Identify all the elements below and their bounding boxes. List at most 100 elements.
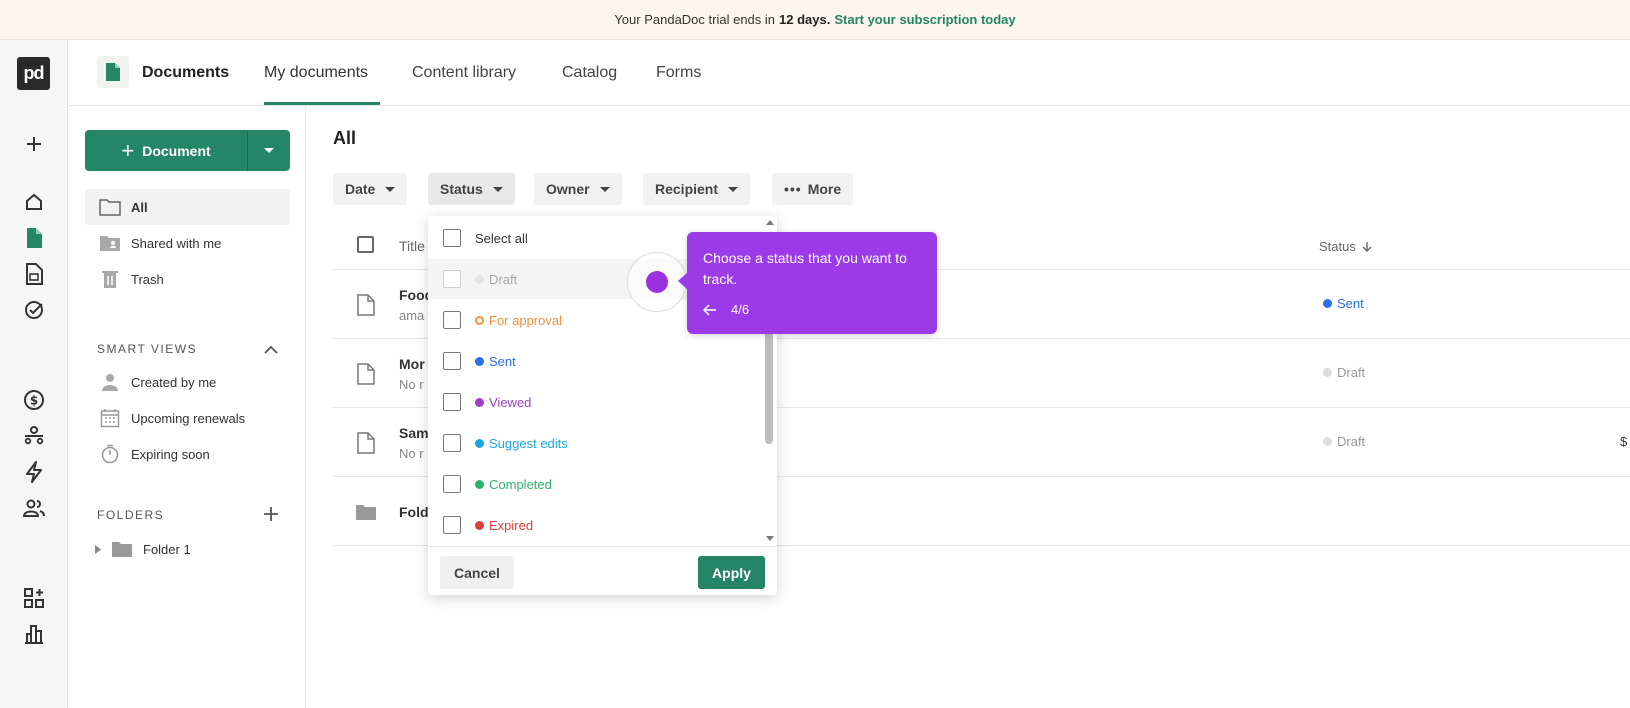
- document-icon: [357, 294, 375, 316]
- caret-down-icon: [492, 186, 503, 192]
- pandadoc-logo[interactable]: pd: [17, 57, 50, 90]
- section-title: Documents: [142, 64, 230, 81]
- status-label: Draft: [1337, 365, 1366, 380]
- new-document-label: Document: [142, 142, 211, 159]
- home-icon[interactable]: [22, 190, 46, 214]
- document-icon: [357, 363, 375, 385]
- owner-filter-button[interactable]: Owner: [534, 173, 622, 205]
- option-label: Expired: [489, 517, 534, 533]
- documents-section-icon: [97, 56, 129, 88]
- status-dot: [475, 274, 484, 284]
- filter-label: Date: [345, 181, 376, 197]
- apply-button[interactable]: Apply: [698, 556, 765, 589]
- smart-view-expiring-soon[interactable]: Expiring soon: [85, 436, 290, 472]
- checkbox[interactable]: [443, 229, 461, 247]
- status-label: Draft: [1337, 434, 1366, 449]
- page-title: All: [333, 128, 357, 148]
- status-option-expired[interactable]: Expired: [428, 505, 768, 545]
- option-label: Suggest edits: [489, 435, 568, 451]
- status-dot: [475, 479, 484, 489]
- checkbox[interactable]: [443, 516, 461, 534]
- column-status-label: Status: [1319, 239, 1356, 254]
- recipient-filter-button[interactable]: Recipient: [643, 173, 751, 205]
- folder-item[interactable]: Folder 1: [85, 531, 290, 567]
- smart-view-upcoming-renewals[interactable]: Upcoming renewals: [85, 400, 290, 436]
- status-badge: Sent: [1323, 296, 1364, 311]
- folders-heading: FOLDERS: [97, 508, 165, 522]
- reports-icon[interactable]: [22, 622, 46, 646]
- status-option-viewed[interactable]: Viewed: [428, 382, 768, 422]
- automation-icon[interactable]: [22, 460, 46, 484]
- option-label: For approval: [489, 312, 562, 328]
- new-document-button[interactable]: + Document: [85, 130, 248, 171]
- smart-view-label: Created by me: [131, 374, 217, 390]
- sidebar-item-all[interactable]: All: [85, 189, 290, 225]
- dropdown-footer: Cancel Apply: [428, 546, 777, 595]
- status-option-suggest-edits[interactable]: Suggest edits: [428, 423, 768, 463]
- sidebar-item-label: Shared with me: [131, 235, 222, 251]
- sidebar-item-shared[interactable]: Shared with me: [85, 225, 290, 261]
- tooltip-text: Choose a status that you want to track.: [703, 250, 907, 287]
- templates-icon[interactable]: [22, 262, 46, 286]
- smart-view-label: Upcoming renewals: [131, 410, 246, 426]
- checkbox[interactable]: [443, 311, 461, 329]
- folder-icon: [111, 539, 133, 559]
- contacts-org-icon[interactable]: [22, 424, 46, 448]
- new-document-button-group: + Document: [85, 130, 290, 171]
- caret-down-icon: [599, 186, 610, 192]
- cancel-button[interactable]: Cancel: [440, 556, 514, 589]
- folder-icon: [356, 505, 376, 520]
- tab-forms[interactable]: Forms: [656, 64, 701, 82]
- tab-my-documents[interactable]: My documents: [264, 64, 368, 82]
- select-all-rows-checkbox[interactable]: [357, 236, 374, 253]
- checkbox[interactable]: [443, 352, 461, 370]
- tour-beacon[interactable]: [646, 271, 668, 293]
- smart-view-label: Expiring soon: [131, 446, 210, 462]
- sidebar-item-trash[interactable]: Trash: [85, 261, 290, 297]
- tab-catalog[interactable]: Catalog: [562, 64, 617, 82]
- back-arrow-icon: [703, 303, 716, 316]
- status-dot: [475, 315, 484, 325]
- status-option-completed[interactable]: Completed: [428, 464, 768, 504]
- documents-icon[interactable]: [22, 226, 46, 250]
- row-name[interactable]: Fold: [399, 504, 429, 520]
- billing-icon[interactable]: $: [22, 388, 46, 412]
- chevron-right-icon[interactable]: [95, 544, 103, 554]
- row-value: $: [1620, 434, 1628, 449]
- status-badge: Draft: [1323, 434, 1365, 449]
- tooltip-step: 4/6: [731, 302, 750, 317]
- contacts-icon[interactable]: [22, 496, 46, 520]
- status-filter-button[interactable]: Status: [428, 173, 515, 205]
- add-folder-icon[interactable]: [260, 503, 282, 525]
- add-apps-icon[interactable]: [22, 586, 46, 610]
- row-sub: No r: [399, 446, 424, 461]
- date-filter-button[interactable]: Date: [333, 173, 408, 205]
- status-option-sent[interactable]: Sent: [428, 341, 768, 381]
- checkbox[interactable]: [443, 434, 461, 452]
- more-dots-icon: •••: [784, 181, 802, 197]
- column-title[interactable]: Title: [399, 238, 425, 254]
- more-filter-button[interactable]: ••• More: [772, 173, 854, 205]
- folder-icon: [99, 197, 121, 217]
- row-name[interactable]: Sam: [399, 425, 429, 441]
- checkbox[interactable]: [443, 475, 461, 493]
- new-document-dropdown-button[interactable]: [248, 130, 290, 171]
- tasks-icon[interactable]: [22, 298, 46, 322]
- smart-view-created-by-me[interactable]: Created by me: [85, 364, 290, 400]
- plus-icon[interactable]: [22, 132, 46, 156]
- scroll-up-icon: [766, 220, 774, 225]
- checkbox[interactable]: [443, 270, 461, 288]
- trial-days: 12 days.: [779, 12, 831, 27]
- row-name[interactable]: Mor: [399, 356, 425, 372]
- row-sub: No r: [399, 377, 424, 392]
- column-status[interactable]: Status: [1319, 239, 1372, 254]
- left-rail: pd $: [0, 40, 68, 708]
- option-label: Viewed: [489, 394, 532, 410]
- sidebar-item-label: Trash: [131, 271, 164, 287]
- chevron-up-icon[interactable]: [260, 338, 282, 360]
- tab-content-library[interactable]: Content library: [412, 64, 516, 82]
- subscription-link[interactable]: Start your subscription today: [834, 12, 1015, 27]
- plus-icon: +: [121, 137, 135, 163]
- checkbox[interactable]: [443, 393, 461, 411]
- option-label: Select all: [475, 230, 528, 246]
